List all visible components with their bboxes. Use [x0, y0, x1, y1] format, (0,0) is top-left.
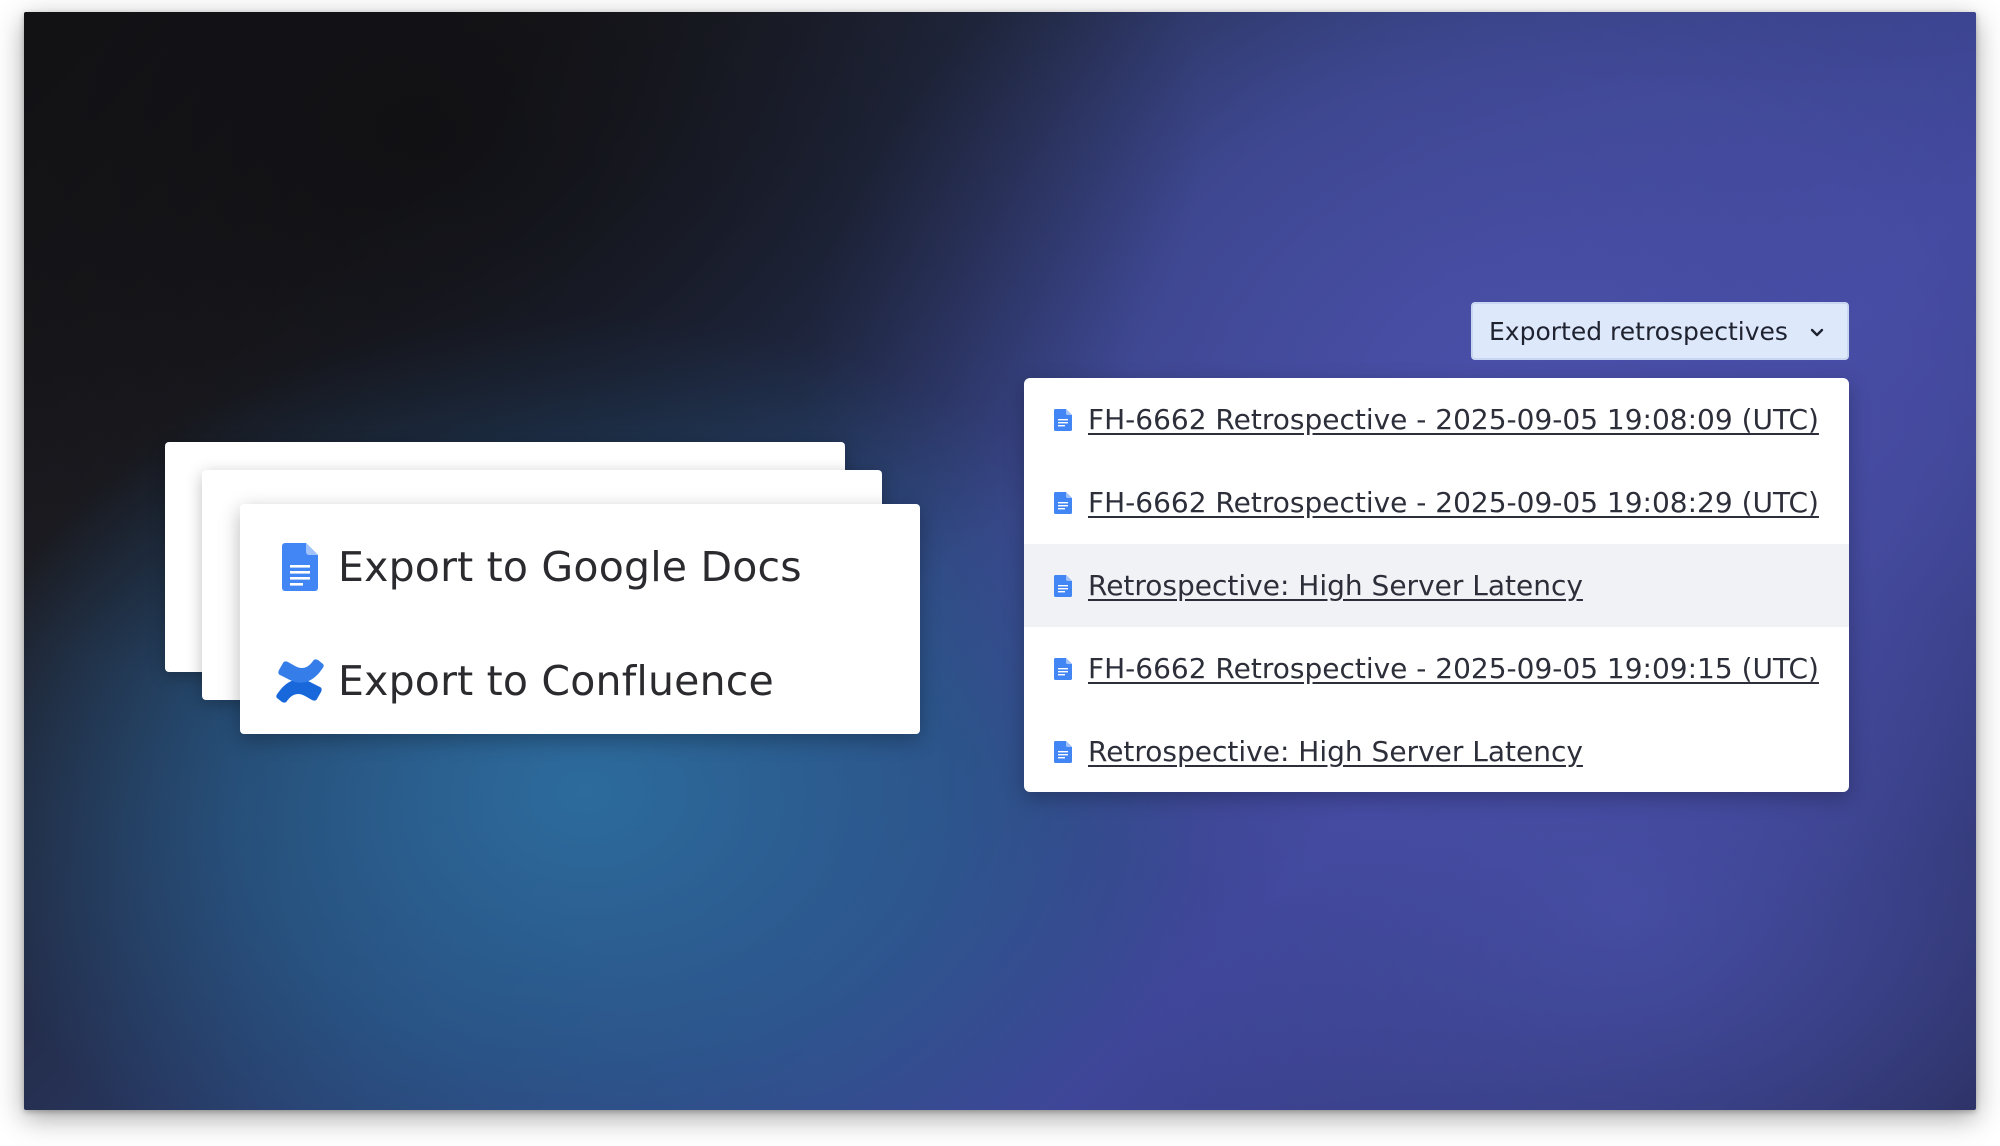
google-docs-icon [1054, 740, 1072, 763]
google-docs-icon [1054, 408, 1072, 431]
retrospective-item[interactable]: FH-6662 Retrospective - 2025-09-05 19:08… [1024, 378, 1849, 461]
exported-retrospectives-menu: FH-6662 Retrospective - 2025-09-05 19:08… [1024, 378, 1849, 792]
retrospective-item[interactable]: Retrospective: High Server Latency [1024, 710, 1849, 792]
confluence-icon [276, 655, 324, 707]
export-to-confluence-option[interactable]: Export to Confluence [276, 646, 774, 716]
retrospective-item[interactable]: FH-6662 Retrospective - 2025-09-05 19:09… [1024, 627, 1849, 710]
export-options-card: Export to Google Docs Export to Confluen… [240, 504, 920, 734]
retrospective-item[interactable]: FH-6662 Retrospective - 2025-09-05 19:08… [1024, 461, 1849, 544]
retrospective-link[interactable]: FH-6662 Retrospective - 2025-09-05 19:08… [1088, 486, 1819, 519]
chevron-down-icon [1805, 320, 1829, 344]
retrospective-link[interactable]: Retrospective: High Server Latency [1088, 735, 1583, 768]
google-docs-icon [1054, 491, 1072, 514]
google-docs-icon [276, 541, 324, 593]
exported-retrospectives-dropdown[interactable]: Exported retrospectives [1471, 302, 1849, 360]
export-to-google-docs-option[interactable]: Export to Google Docs [276, 532, 802, 602]
retrospective-item-hovered[interactable]: Retrospective: High Server Latency [1024, 544, 1849, 627]
export-to-confluence-label: Export to Confluence [338, 657, 774, 705]
retrospective-link[interactable]: FH-6662 Retrospective - 2025-09-05 19:08… [1088, 403, 1819, 436]
dropdown-label: Exported retrospectives [1489, 316, 1788, 346]
google-docs-icon [1054, 657, 1072, 680]
google-docs-icon [1054, 574, 1072, 597]
screenshot-frame: Export to Google Docs Export to Confluen… [24, 12, 1976, 1110]
retrospective-link[interactable]: Retrospective: High Server Latency [1088, 569, 1583, 602]
export-to-google-docs-label: Export to Google Docs [338, 543, 802, 591]
retrospective-link[interactable]: FH-6662 Retrospective - 2025-09-05 19:09… [1088, 652, 1819, 685]
